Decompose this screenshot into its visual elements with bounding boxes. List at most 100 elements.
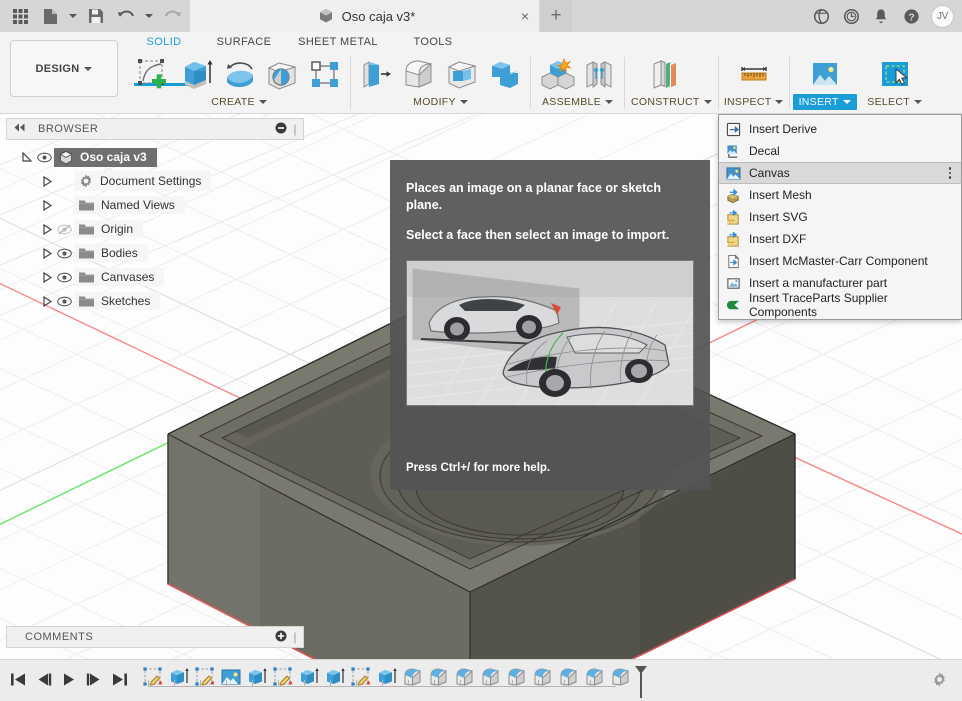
measure-icon[interactable] [735,55,773,93]
menu-item-insert-mesh[interactable]: Insert Mesh [719,184,961,206]
file-dropdown-caret[interactable] [66,2,80,30]
new-tab-button[interactable]: + [540,0,572,32]
undo-icon[interactable] [112,2,140,30]
tree-row-origin[interactable]: Origin [6,217,304,241]
menu-item-insert-derive[interactable]: Insert Derive [719,118,961,140]
panel-construct-label[interactable]: CONSTRUCT [631,94,712,110]
expand-triangle-icon[interactable] [40,246,54,260]
document-tab[interactable]: Oso caja v3* × [190,0,540,32]
offset-plane-icon[interactable] [645,55,683,93]
rectangular-pattern-icon[interactable] [306,55,344,93]
combine-icon[interactable] [486,55,524,93]
comments-resize-handle[interactable]: | [293,630,297,644]
new-component-icon[interactable] [537,55,575,93]
timeline-item-canvas[interactable] [218,664,252,690]
tree-row-bodies[interactable]: Bodies [6,241,304,265]
notifications-icon[interactable] [867,2,895,30]
timeline-item-fillet[interactable] [504,664,538,690]
tree-row-canvases[interactable]: Canvases [6,265,304,289]
tab-surface[interactable]: SURFACE [200,36,288,54]
panel-inspect-label[interactable]: INSPECT [724,94,784,110]
timeline-item-extrude[interactable] [166,664,200,690]
expand-triangle-icon[interactable] [40,270,54,284]
menu-item-overflow-icon[interactable] [948,167,956,179]
redo-icon[interactable] [158,2,186,30]
expand-triangle-icon[interactable] [40,174,54,188]
expand-triangle-icon[interactable] [20,150,34,164]
visibility-eye-icon[interactable] [54,296,74,307]
insert-canvas-icon[interactable] [806,55,844,93]
press-pull-icon[interactable] [357,55,395,93]
undo-dropdown-caret[interactable] [142,2,156,30]
jump-to-end-icon[interactable] [112,672,128,690]
file-icon[interactable] [36,2,64,30]
timeline-item-sketch[interactable] [270,664,304,690]
jump-to-beginning-icon[interactable] [10,672,26,690]
hole-icon[interactable] [263,55,301,93]
fillet-icon[interactable] [400,55,438,93]
visibility-eye-icon[interactable] [34,152,54,163]
timeline-item-fillet[interactable] [478,664,512,690]
save-icon[interactable] [82,2,110,30]
timeline-item-sketch[interactable] [140,664,174,690]
collapse-left-icon[interactable] [13,123,26,135]
menu-item-decal[interactable]: Decal [719,140,961,162]
workspace-switcher[interactable]: DESIGN [10,40,118,97]
tab-solid[interactable]: SOLID [128,36,200,54]
history-icon[interactable] [837,2,865,30]
select-window-icon[interactable] [876,55,914,93]
tree-row-sketches[interactable]: Sketches [6,289,304,313]
help-icon[interactable]: ? [897,2,925,30]
expand-triangle-icon[interactable] [40,198,54,212]
panel-insert-label[interactable]: INSERT [792,94,857,110]
timeline-item-sketch[interactable] [192,664,226,690]
tab-sheet-metal[interactable]: SHEET METAL [288,36,388,54]
menu-item-insert-svg[interactable]: SVG Insert SVG [719,206,961,228]
panel-assemble-label[interactable]: ASSEMBLE [537,94,618,110]
step-back-icon[interactable] [36,672,52,690]
close-icon[interactable]: × [521,9,529,23]
timeline-item-fillet[interactable] [608,664,634,690]
tree-row-root[interactable]: Oso caja v3 [6,145,304,169]
app-grid-icon[interactable] [6,2,34,30]
timeline-item-sketch[interactable] [348,664,382,690]
revolve-icon[interactable] [220,55,258,93]
timeline-item-fillet[interactable] [530,664,564,690]
shell-icon[interactable] [443,55,481,93]
menu-item-insert-dxf[interactable]: DXF Insert DXF [719,228,961,250]
extrude-icon[interactable] [177,55,215,93]
timeline-item-extrude[interactable] [244,664,278,690]
tab-tools[interactable]: TOOLS [388,36,478,54]
extensions-icon[interactable] [807,2,835,30]
timeline-item-fillet[interactable] [582,664,616,690]
panel-create-label[interactable]: CREATE [134,94,344,110]
panel-select-label[interactable]: SELECT [867,94,922,110]
timeline-item-fillet[interactable] [426,664,460,690]
panel-resize-handle[interactable]: | [293,122,297,136]
avatar[interactable]: JV [931,4,954,28]
menu-item-canvas[interactable]: Canvas [719,162,961,184]
timeline-playhead[interactable] [634,664,648,698]
timeline-item-extrude[interactable] [322,664,356,690]
expand-triangle-icon[interactable] [40,222,54,236]
timeline-item-fillet[interactable] [556,664,590,690]
menu-item-insert-mcmaster-carr[interactable]: Insert McMaster-Carr Component [719,250,961,272]
visibility-eye-icon[interactable] [54,248,74,259]
play-icon[interactable] [62,672,76,690]
viewport-canvas[interactable]: BROWSER | Oso caja v3 Document Settings … [0,114,962,659]
minimize-icon[interactable] [275,122,287,137]
timeline-item-extrude[interactable] [296,664,330,690]
step-forward-icon[interactable] [86,672,102,690]
panel-modify-label[interactable]: MODIFY [357,94,524,110]
menu-item-insert-traceparts[interactable]: Insert TraceParts Supplier Components [719,291,961,319]
timeline-feature-track[interactable] [140,664,648,698]
visibility-eye-icon[interactable] [54,272,74,283]
create-sketch-icon[interactable] [134,55,172,93]
tree-row-document-settings[interactable]: Document Settings [6,169,304,193]
expand-triangle-icon[interactable] [40,294,54,308]
tree-row-named-views[interactable]: Named Views [6,193,304,217]
joint-icon[interactable] [580,55,618,93]
timeline-item-fillet[interactable] [452,664,486,690]
activate-component-radio[interactable] [162,150,177,164]
timeline-item-extrude[interactable] [374,664,408,690]
